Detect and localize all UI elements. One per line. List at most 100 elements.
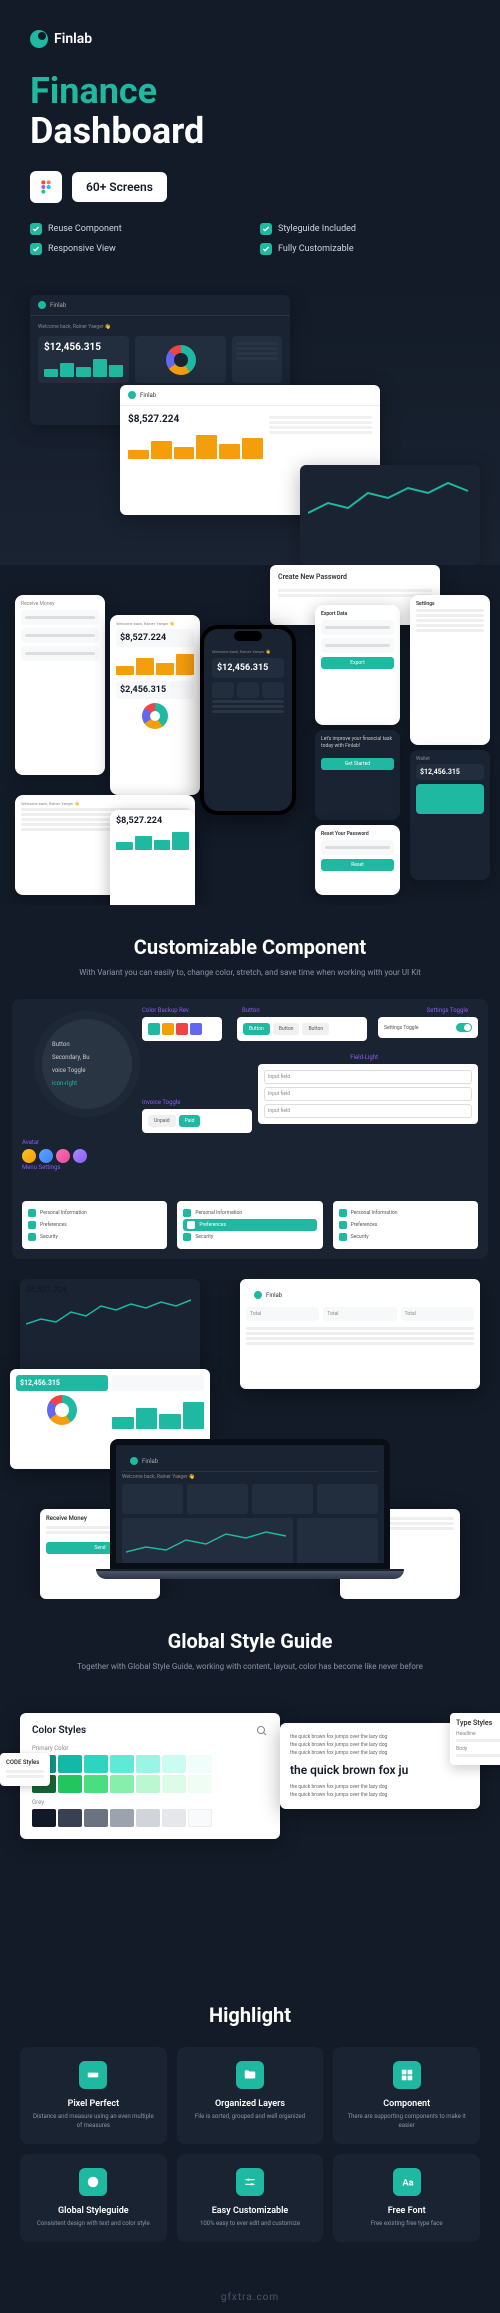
type-styles-panel: Type Styles Headline Body bbox=[450, 1713, 500, 1765]
section-subtitle-styleguide: Together with Global Style Guide, workin… bbox=[0, 1661, 500, 1673]
check-icon bbox=[30, 243, 42, 255]
component-label-settings: Settings Toggle bbox=[427, 1007, 468, 1014]
font-icon: Aa bbox=[393, 2168, 421, 2196]
section-title-styleguide: Global Style Guide bbox=[0, 1629, 500, 1653]
section-title-customizable: Customizable Component bbox=[0, 935, 500, 959]
mini-brand: Finlab bbox=[266, 1292, 282, 1299]
hero-title-accent: Finance bbox=[30, 72, 470, 112]
wallet-title: Wallet bbox=[416, 756, 484, 762]
reset-password-title: Reset Your Password bbox=[321, 831, 394, 837]
color-swatch bbox=[110, 1755, 134, 1773]
color-swatch bbox=[188, 1755, 212, 1773]
line-chart-icon bbox=[126, 1522, 289, 1562]
highlight-title: Pixel Perfect bbox=[30, 2099, 157, 2109]
color-swatch bbox=[58, 1809, 82, 1827]
component-label-field: Field-Light bbox=[350, 1054, 378, 1061]
toggle-option: Unpaid bbox=[148, 1115, 176, 1127]
improve-text: Let's improve your financial task today … bbox=[321, 736, 394, 750]
component-label-button: Button bbox=[242, 1007, 260, 1014]
user-icon bbox=[339, 1209, 347, 1217]
balance-stat: $8,527.224 bbox=[26, 1285, 194, 1294]
component-label-color: Color Backup Rev bbox=[142, 1007, 189, 1014]
area-chart-icon bbox=[26, 1294, 194, 1334]
color-swatch bbox=[136, 1809, 160, 1827]
welcome-text: Welcome back, Rainer Yaeger 👋 bbox=[21, 801, 189, 806]
highlight-free-font: Aa Free Font Free existing free type fac… bbox=[333, 2154, 480, 2242]
component-label-avatar: Avatar bbox=[22, 1139, 39, 1146]
avatar-icon bbox=[56, 1149, 70, 1163]
highlight-component: Component There are supporting component… bbox=[333, 2047, 480, 2144]
feature-customizable: Fully Customizable bbox=[260, 243, 470, 255]
section-title-highlight: Highlight bbox=[0, 2003, 500, 2027]
avatar-icon bbox=[22, 1149, 36, 1163]
brand-logo-icon bbox=[30, 30, 48, 48]
styleguide-preview: Color Styles Primary Color bbox=[0, 1693, 500, 1973]
menu-item-personal: Personal Information bbox=[40, 1210, 87, 1216]
donut-chart-icon bbox=[166, 345, 196, 375]
highlight-global-styleguide: Global Styleguide Consistent design with… bbox=[20, 2154, 167, 2242]
button-primary: Button bbox=[243, 1023, 270, 1035]
dashboard-preview-collage: Finlab Welcome back, Rainer Yaeger 👋 $12… bbox=[0, 285, 500, 565]
type-headline-label: Headline bbox=[456, 1731, 500, 1737]
brand-logo: Finlab bbox=[30, 30, 470, 48]
watermark: gfxtra.com bbox=[0, 2282, 500, 2313]
color-swatch bbox=[162, 1775, 186, 1793]
feature-label: Fully Customizable bbox=[278, 244, 354, 254]
screens-count-badge: 60+ Screens bbox=[72, 172, 167, 202]
popup-item: Secondary, Bu bbox=[52, 1051, 122, 1064]
button-ghost: Button bbox=[302, 1023, 329, 1035]
highlight-pixel-perfect: Pixel Perfect Distance and measure using… bbox=[20, 2047, 167, 2144]
cta-button: Get Started bbox=[321, 758, 394, 770]
feature-reuse-component: Reuse Component bbox=[30, 223, 240, 235]
shield-icon bbox=[339, 1233, 347, 1241]
menu-item-security: Security bbox=[195, 1234, 213, 1240]
component-icon bbox=[393, 2061, 421, 2089]
shield-icon bbox=[28, 1233, 36, 1241]
figma-badge bbox=[30, 171, 62, 203]
mini-brand: Finlab bbox=[140, 392, 156, 399]
export-button: Export bbox=[321, 657, 394, 669]
color-swatch bbox=[110, 1809, 134, 1827]
settings-title: Settings bbox=[416, 601, 484, 607]
color-swatch bbox=[32, 1809, 56, 1827]
color-swatch bbox=[136, 1755, 160, 1773]
welcome-text: Welcome back, Rainer Yaeger 👋 bbox=[122, 1474, 378, 1480]
color-swatch bbox=[162, 1809, 186, 1827]
highlight-desc: Free existing free type face bbox=[343, 2220, 470, 2228]
menu-item-preferences-active: Preferences bbox=[199, 1222, 226, 1228]
color-swatch bbox=[84, 1775, 108, 1793]
check-icon bbox=[30, 223, 42, 235]
highlight-desc: Distance and measure using an even multi… bbox=[30, 2113, 157, 2130]
credit-card-icon bbox=[416, 784, 484, 814]
type-sample-large: the quick brown fox ju bbox=[290, 1763, 470, 1777]
balance-stat: $2,456.315 bbox=[120, 685, 190, 695]
avatar-icon bbox=[73, 1149, 87, 1163]
create-password-title: Create New Password bbox=[278, 573, 432, 581]
highlight-title: Component bbox=[343, 2099, 470, 2109]
primary-color-label: Primary Color bbox=[32, 1745, 268, 1752]
feature-label: Responsive View bbox=[48, 244, 116, 254]
avatar-icon bbox=[39, 1149, 53, 1163]
highlight-title: Global Styleguide bbox=[30, 2206, 157, 2216]
balance-stat: $8,527.224 bbox=[116, 816, 189, 826]
donut-chart-icon bbox=[47, 1395, 77, 1425]
shield-icon bbox=[183, 1233, 191, 1241]
figma-icon bbox=[38, 179, 54, 195]
variant-selector-popup: Button Secondary, Bu voice Toggle icon-r… bbox=[42, 1019, 132, 1109]
type-sample-text: the quick brown fox jumps over the lazy … bbox=[290, 1742, 387, 1748]
receive-money-title: Receive Money bbox=[21, 601, 99, 607]
brand-name: Finlab bbox=[54, 31, 92, 47]
color-swatch bbox=[84, 1809, 108, 1827]
export-data-title: Export Data bbox=[321, 611, 394, 617]
gear-icon bbox=[28, 1221, 36, 1229]
highlight-desc: Consistent design with text and color st… bbox=[30, 2220, 157, 2228]
highlight-title: Easy Customizable bbox=[187, 2206, 314, 2216]
line-chart-icon bbox=[308, 473, 472, 533]
highlight-organized-layers: Organized Layers File is sorted, grouped… bbox=[177, 2047, 324, 2144]
check-icon bbox=[260, 223, 272, 235]
ruler-icon bbox=[79, 2061, 107, 2089]
color-swatch bbox=[58, 1755, 82, 1773]
toggle-option-active: Paid bbox=[179, 1115, 201, 1127]
reset-button: Reset bbox=[321, 859, 394, 871]
balance-stat: $12,456.315 bbox=[20, 1379, 104, 1387]
